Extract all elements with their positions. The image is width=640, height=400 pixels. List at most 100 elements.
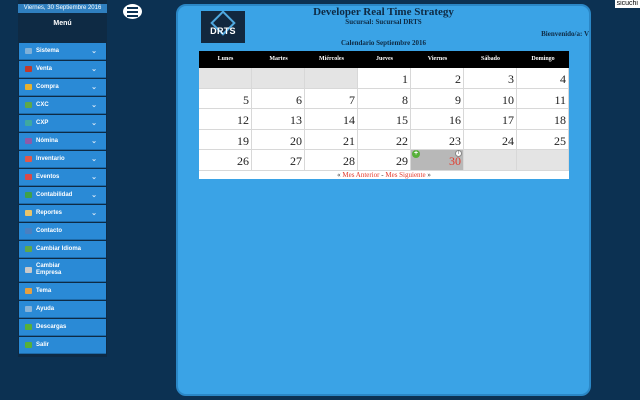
day-number: 24 (502, 133, 514, 148)
current-date: Viernes, 30 Septiembre 2016 (18, 4, 107, 13)
day-number: 25 (554, 133, 566, 148)
sidebar-item-eventos[interactable]: Eventos ⌄ (19, 169, 106, 186)
calendar-day-cell[interactable]: 4 (517, 68, 569, 89)
chevron-down-icon: ⌄ (91, 174, 97, 181)
sidebar-item-cxp[interactable]: CXP ⌄ (19, 115, 106, 132)
calendar-empty-cell (464, 150, 517, 171)
calendar-day-cell[interactable]: 7 (305, 88, 358, 109)
calendar-day-cell[interactable]: 19 (199, 129, 252, 150)
sidebar-item-cambiar-empresa[interactable]: Cambiar Empresa (19, 259, 106, 282)
add-event-icon[interactable]: + (412, 150, 420, 158)
calendar-empty-cell (305, 68, 358, 89)
computer-icon (25, 48, 32, 54)
day-number: 23 (449, 133, 461, 148)
calendar-icon (25, 174, 32, 180)
calendar-grid: 1 2 3 4 5 6 7 8 9 10 11 12 13 14 15 16 17 18 19 20 21 22 23 24 2… (199, 68, 569, 171)
sidebar-item-label: Inventario (36, 156, 65, 162)
receivable-icon (25, 102, 32, 108)
day-number: 7 (349, 92, 355, 107)
sidebar-item-inventario[interactable]: Inventario ⌄ (19, 151, 106, 168)
calendar-day-cell[interactable]: 5 (199, 88, 252, 109)
weekday-label: Domingo (531, 56, 555, 62)
calendar-day-cell[interactable]: 15 (358, 109, 411, 130)
calendar-day-cell[interactable]: 17 (464, 109, 517, 130)
calendar-day-cell[interactable]: 23 (411, 129, 464, 150)
sidebar-item-reportes[interactable]: Reportes ⌄ (19, 205, 106, 222)
payable-icon (25, 120, 32, 126)
sidebar-item-label: Descargas (36, 324, 67, 330)
weekday-label: Sábado (480, 56, 500, 62)
day-number: 1 (402, 72, 408, 86)
ledger-icon (25, 192, 32, 198)
day-number: 6 (296, 92, 302, 107)
calendar-day-cell[interactable]: + i 30 (411, 150, 464, 171)
sidebar-item-n-mina[interactable]: Nómina ⌄ (19, 133, 106, 150)
help-icon (25, 306, 32, 312)
sidebar-item-ayuda[interactable]: Ayuda (19, 301, 106, 318)
cart-icon (25, 84, 32, 90)
calendar-day-cell[interactable]: 29 (358, 150, 411, 171)
inventory-icon (25, 156, 32, 162)
calendar-day-cell[interactable]: 14 (305, 109, 358, 130)
calendar-day-cell[interactable]: 10 (464, 88, 517, 109)
username-label: sicuchi (614, 0, 640, 8)
calendar-day-cell[interactable]: 18 (517, 109, 569, 130)
calendar-day-cell[interactable]: 20 (252, 129, 305, 150)
calendar-day-cell[interactable]: 2 (411, 68, 464, 89)
day-number: 5 (243, 92, 249, 107)
calendar-day-cell[interactable]: 25 (517, 129, 569, 150)
chevron-down-icon: ⌄ (91, 84, 97, 91)
day-number: 13 (290, 113, 302, 127)
sidebar-item-cambiar-idioma[interactable]: Cambiar Idioma (19, 241, 106, 258)
calendar-day-cell[interactable]: 8 (358, 88, 411, 109)
menu-title: Menú (53, 20, 72, 27)
day-number: 8 (402, 92, 408, 107)
sidebar-item-label: Compra (36, 84, 59, 90)
calendar-day-cell[interactable]: 1 (358, 68, 411, 89)
main-panel: DRTS Developer Real Time Strategy Sucurs… (176, 4, 591, 396)
sidebar-item-contabilidad[interactable]: Contabilidad ⌄ (19, 187, 106, 204)
sidebar-item-label: Salir (36, 342, 50, 348)
chevron-down-icon: ⌄ (91, 120, 97, 127)
sidebar-item-tema[interactable]: Tema (19, 283, 106, 300)
sidebar-item-descargas[interactable]: Descargas (19, 319, 106, 336)
calendar-day-cell[interactable]: 28 (305, 150, 358, 171)
sidebar-item-sistema[interactable]: Sistema ⌄ (19, 43, 106, 60)
next-month-link[interactable]: Mes Siguiente (385, 171, 425, 179)
sidebar-item-contacto[interactable]: Contacto (19, 223, 106, 240)
contact-icon (25, 228, 32, 234)
calendar-day-cell[interactable]: 3 (464, 68, 517, 89)
info-icon[interactable]: i (455, 150, 462, 157)
calendar-day-cell[interactable]: 21 (305, 129, 358, 150)
nav-suffix: » (425, 170, 431, 179)
calendar-day-cell[interactable]: 22 (358, 129, 411, 150)
calendar-day-cell[interactable]: 24 (464, 129, 517, 150)
calendar-day-cell[interactable]: 26 (199, 150, 252, 171)
sidebar-item-label: Reportes (36, 210, 63, 216)
calendar: Lunes Martes Miércoles Jueves Viernes Sábado D… (199, 51, 569, 179)
sidebar-item-compra[interactable]: Compra ⌄ (19, 79, 106, 96)
calendar-day-cell[interactable]: 27 (252, 150, 305, 171)
sidebar-item-label: Ayuda (36, 306, 55, 312)
sidebar-item-venta[interactable]: Venta ⌄ (19, 61, 106, 78)
weekday-label: Lunes (217, 56, 234, 62)
day-number: 21 (343, 133, 355, 148)
day-number: 27 (290, 154, 302, 168)
calendar-day-cell[interactable]: 13 (252, 109, 305, 130)
hamburger-menu-icon[interactable] (121, 2, 144, 21)
sidebar-item-salir[interactable]: Salir (19, 337, 106, 354)
chevron-down-icon: ⌄ (91, 210, 97, 217)
calendar-day-cell[interactable]: 6 (252, 88, 305, 109)
sidebar-item-cxc[interactable]: CXC ⌄ (19, 97, 106, 114)
calendar-day-cell[interactable]: 12 (199, 109, 252, 130)
sidebar-item-label: CXP (36, 120, 49, 126)
day-number: 26 (237, 154, 249, 168)
weekday-label: Miércoles (319, 56, 344, 62)
payroll-icon (25, 138, 32, 144)
chevron-down-icon: ⌄ (91, 48, 97, 55)
previous-month-link[interactable]: Mes Anterior (342, 171, 379, 179)
sidebar-item-label: Contabilidad (36, 192, 73, 198)
calendar-day-cell[interactable]: 16 (411, 109, 464, 130)
calendar-day-cell[interactable]: 9 (411, 88, 464, 109)
calendar-day-cell[interactable]: 11 (517, 88, 569, 109)
